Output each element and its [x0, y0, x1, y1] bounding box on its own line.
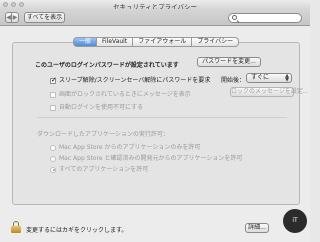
download-section-title: ダウンロードしたアプリケーションの実行許可：	[37, 131, 169, 138]
radio-anywhere[interactable]	[50, 166, 56, 173]
tab-privacy[interactable]: プライバシー	[192, 37, 240, 47]
back-button[interactable]: ◀	[5, 12, 12, 23]
search-icon	[232, 15, 237, 20]
toolbar: ◀ ▶ すべてを表示	[0, 9, 310, 26]
disable-auto-login-checkbox[interactable]	[50, 104, 56, 111]
tab-firewall[interactable]: ファイアウォール	[133, 37, 193, 47]
tab-filevault[interactable]: FileVault	[97, 37, 134, 47]
watermark-badge: iT	[283, 209, 307, 233]
require-password-checkbox[interactable]	[50, 76, 57, 84]
download-option-label: Mac App Store と確認済みの開発元からのアプリケーションを許可	[59, 155, 243, 162]
lock-message-checkbox[interactable]	[50, 91, 56, 98]
advanced-button[interactable]: 詳細...	[245, 223, 269, 233]
start-label: 開始後：	[221, 77, 246, 84]
radio-identified[interactable]	[50, 155, 56, 162]
start-delay-value: すぐに	[251, 74, 270, 81]
bottom-bar: 変更するにはカギをクリックします。 詳細...	[0, 212, 310, 242]
password-set-text: このユーザのログインパスワードが設定されています	[35, 62, 179, 69]
lock-icon[interactable]	[11, 221, 21, 233]
radio-app-store[interactable]	[50, 144, 56, 151]
download-option-app-store[interactable]: Mac App Store からのアプリケーションのみを許可	[50, 142, 200, 151]
section-divider	[37, 117, 287, 118]
require-password-row[interactable]: スリープ解除/スクリーンセーバ解除にパスワードを要求	[50, 75, 210, 84]
require-password-label: スリープ解除/スクリーンセーバ解除にパスワードを要求	[59, 77, 211, 84]
download-option-label: Mac App Store からのアプリケーションのみを許可	[59, 144, 201, 151]
lock-message-label: 画面がロックされているときにメッセージを表示	[59, 91, 191, 98]
set-lock-message-button[interactable]: ロックのメッセージを設定...	[230, 87, 309, 97]
change-password-button[interactable]: パスワードを変更...	[197, 57, 261, 67]
disable-auto-login-label: 自動ログインを使用不可にする	[59, 104, 144, 111]
download-option-identified[interactable]: Mac App Store と確認済みの開発元からのアプリケーションを許可	[50, 153, 242, 162]
download-option-anywhere[interactable]: すべてのアプリケーションを許可	[50, 164, 148, 173]
start-delay-select[interactable]: すぐに ▲ ▼	[246, 73, 292, 83]
settings-panel: このユーザのログインパスワードが設定されています パスワードを変更... スリー…	[12, 42, 309, 205]
updown-arrows-icon: ▲ ▼	[285, 73, 289, 83]
search-input[interactable]	[228, 13, 302, 23]
title-bar: セキュリティとプライバシー	[0, 0, 310, 11]
show-all-button[interactable]: すべてを表示	[24, 12, 65, 23]
nav-buttons: ◀ ▶	[5, 12, 19, 23]
lock-text: 変更するにはカギをクリックします。	[26, 227, 128, 234]
tab-bar: 一般 FileVault ファイアウォール プライバシー	[73, 37, 240, 47]
tab-general[interactable]: 一般	[73, 37, 98, 47]
lock-message-row[interactable]: 画面がロックされているときにメッセージを表示	[50, 89, 191, 98]
download-option-label: すべてのアプリケーションを許可	[59, 166, 149, 173]
security-privacy-window: セキュリティとプライバシー ◀ ▶ すべてを表示 このユーザのログインパスワード…	[0, 0, 310, 242]
forward-button[interactable]: ▶	[12, 12, 19, 23]
disable-auto-login-row[interactable]: 自動ログインを使用不可にする	[50, 102, 143, 111]
